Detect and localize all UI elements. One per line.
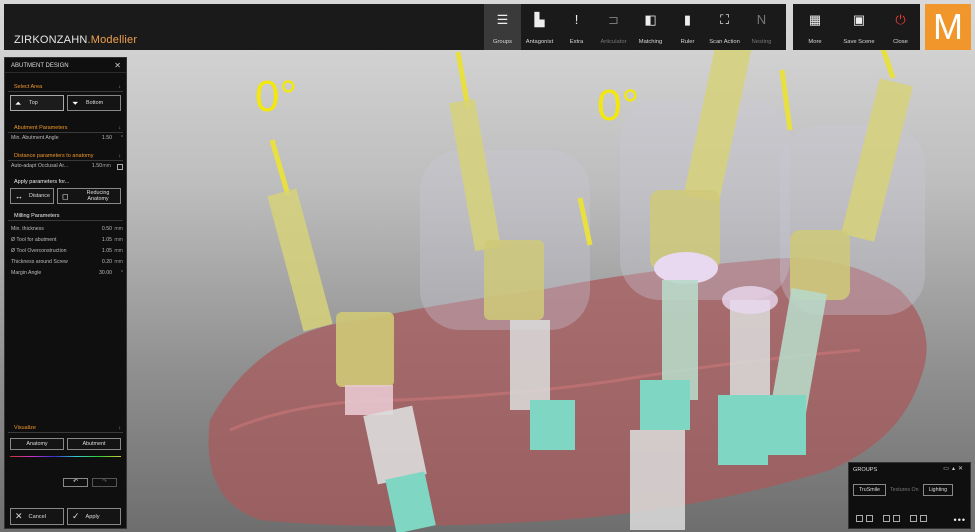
scene-render — [208, 38, 927, 532]
close-icon[interactable]: ✕ — [114, 61, 121, 70]
antagonist-button[interactable]: ▙ Antagonist — [521, 4, 558, 50]
chevron-down-icon: ↓ — [118, 125, 122, 131]
distance-button[interactable]: ↔ Distance — [10, 188, 54, 204]
undo-icon[interactable]: ↶ — [63, 478, 88, 487]
angle-label-right: 0° — [597, 81, 640, 130]
milling-row[interactable]: Ø Tool for abutment 1.05 mm — [5, 235, 126, 246]
articulator-button[interactable]: ⊐ Articulator — [595, 4, 632, 50]
groups-panel: GROUPS ▭▴✕ TruSmile Textures On Lighting… — [848, 462, 971, 529]
main-toolbar: ☰ Groups ▙ Antagonist ! Extra ⊐ Articulator … — [484, 4, 786, 50]
3d-viewport[interactable]: 0° 0° — [0, 0, 975, 532]
chevron-down-icon: ↓ — [118, 153, 122, 159]
more-options-icon[interactable]: ••• — [954, 515, 966, 525]
distance-icon: ↔ — [15, 191, 23, 201]
abutment-button[interactable]: Abutment — [67, 438, 121, 450]
auto-adapt-row[interactable]: Auto-adapt Occlusal Ar... 1.50 mm — [5, 161, 126, 172]
bottom-button[interactable]: ⏷ Bottom — [67, 95, 121, 111]
milling-row[interactable]: Ø Tool Overconstruction 1.05 mm — [5, 246, 126, 257]
angle-label-left: 0° — [255, 72, 298, 121]
panel-header: ABUTMENT DESIGN ✕ — [5, 58, 126, 73]
brand-bar: ZIRKONZAHN.Modellier — [4, 4, 484, 50]
milling-row[interactable]: Margin Angle 30.00 ° — [5, 268, 126, 279]
trusmile-button[interactable]: TruSmile — [853, 484, 886, 496]
milling-row[interactable]: Min. thickness 0.50 mm — [5, 224, 126, 235]
groups-button[interactable]: ☰ Groups — [484, 4, 521, 50]
abutment-parameters-heading[interactable]: Abutment Parameters ↓ — [8, 124, 123, 133]
more-button[interactable]: ▦ More — [793, 4, 837, 50]
window-controls[interactable]: ▭▴✕ — [943, 465, 966, 472]
close-icon: ✕ — [15, 511, 23, 521]
matching-button[interactable]: ◧ Matching — [632, 4, 669, 50]
select-area-heading[interactable]: Select Area ↓ — [8, 83, 123, 92]
nesting-icon: N — [756, 12, 767, 27]
chevron-down-icon: ↓ — [118, 84, 122, 90]
articulator-icon: ⊐ — [608, 12, 619, 27]
anatomy-button[interactable]: Anatomy — [10, 438, 64, 450]
power-icon: ⏻ — [895, 12, 906, 27]
extra-button[interactable]: ! Extra — [558, 4, 595, 50]
exclamation-icon: ! — [574, 12, 579, 27]
antagonist-icon: ▙ — [534, 12, 545, 27]
lighting-button[interactable]: Lighting — [922, 484, 954, 496]
apply-button[interactable]: ✓ Apply — [67, 508, 121, 525]
ruler-icon: ▮ — [683, 12, 692, 27]
scan-icon: ⛶ — [719, 12, 730, 27]
cancel-button[interactable]: ✕ Cancel — [10, 508, 64, 525]
distance-parameters-heading[interactable]: Distance parameters to anatomy ↓ — [8, 152, 123, 161]
app-title: ZIRKONZAHN.Modellier — [14, 34, 138, 46]
nesting-button[interactable]: N Nesting — [743, 4, 780, 50]
save-scene-button[interactable]: ▣ Save Scene — [837, 4, 881, 50]
reducing-anatomy-button[interactable]: ◻ Reducing Anatomy — [57, 188, 121, 204]
visualize-heading[interactable]: Visualize ↓ — [8, 424, 123, 433]
redo-icon[interactable]: ↷ — [92, 478, 117, 487]
milling-row[interactable]: Thickness around Screw 0.20 mm — [5, 257, 126, 268]
ruler-button[interactable]: ▮ Ruler — [669, 4, 706, 50]
save-icon: ▣ — [852, 12, 866, 27]
close-button[interactable]: ⏻ Close — [881, 4, 920, 50]
apply-parameters-heading: Apply parameters for... — [14, 179, 70, 185]
more-icon: ▦ — [808, 12, 822, 27]
abutment-design-panel: ABUTMENT DESIGN ✕ Select Area ↓ ⏶ Top ⏷ Bot… — [4, 57, 127, 529]
tooth-bottom-icon: ⏷ — [72, 98, 79, 108]
top-button[interactable]: ⏶ Top — [10, 95, 64, 111]
tooth-top-icon: ⏶ — [15, 98, 22, 108]
checkmark-icon: ✓ — [72, 511, 80, 521]
milling-parameters-heading: Milling Parameters — [8, 212, 123, 221]
matching-icon: ◧ — [644, 12, 657, 27]
groups-title: GROUPS — [853, 467, 878, 473]
min-abutment-angle-row[interactable]: Min. Abutment Angle 1.50 ° — [5, 133, 126, 144]
auto-adapt-checkbox[interactable] — [117, 164, 123, 170]
scan-action-button[interactable]: ⛶ Scan Action — [706, 4, 743, 50]
group-selector[interactable] — [856, 515, 927, 522]
reduce-icon: ◻ — [62, 191, 69, 201]
panel-title: ABUTMENT DESIGN — [11, 63, 69, 69]
textures-toggle[interactable]: Textures On — [890, 487, 919, 493]
top-bar: ZIRKONZAHN.Modellier ☰ Groups ▙ Antagonist… — [0, 4, 975, 50]
menu-icon: ☰ — [496, 12, 509, 27]
right-toolbar: ▦ More ▣ Save Scene ⏻ Close — [793, 4, 920, 50]
groups-header: GROUPS ▭▴✕ — [849, 463, 970, 476]
app-logo: M — [925, 4, 971, 50]
chevron-down-icon: ↓ — [118, 425, 122, 431]
